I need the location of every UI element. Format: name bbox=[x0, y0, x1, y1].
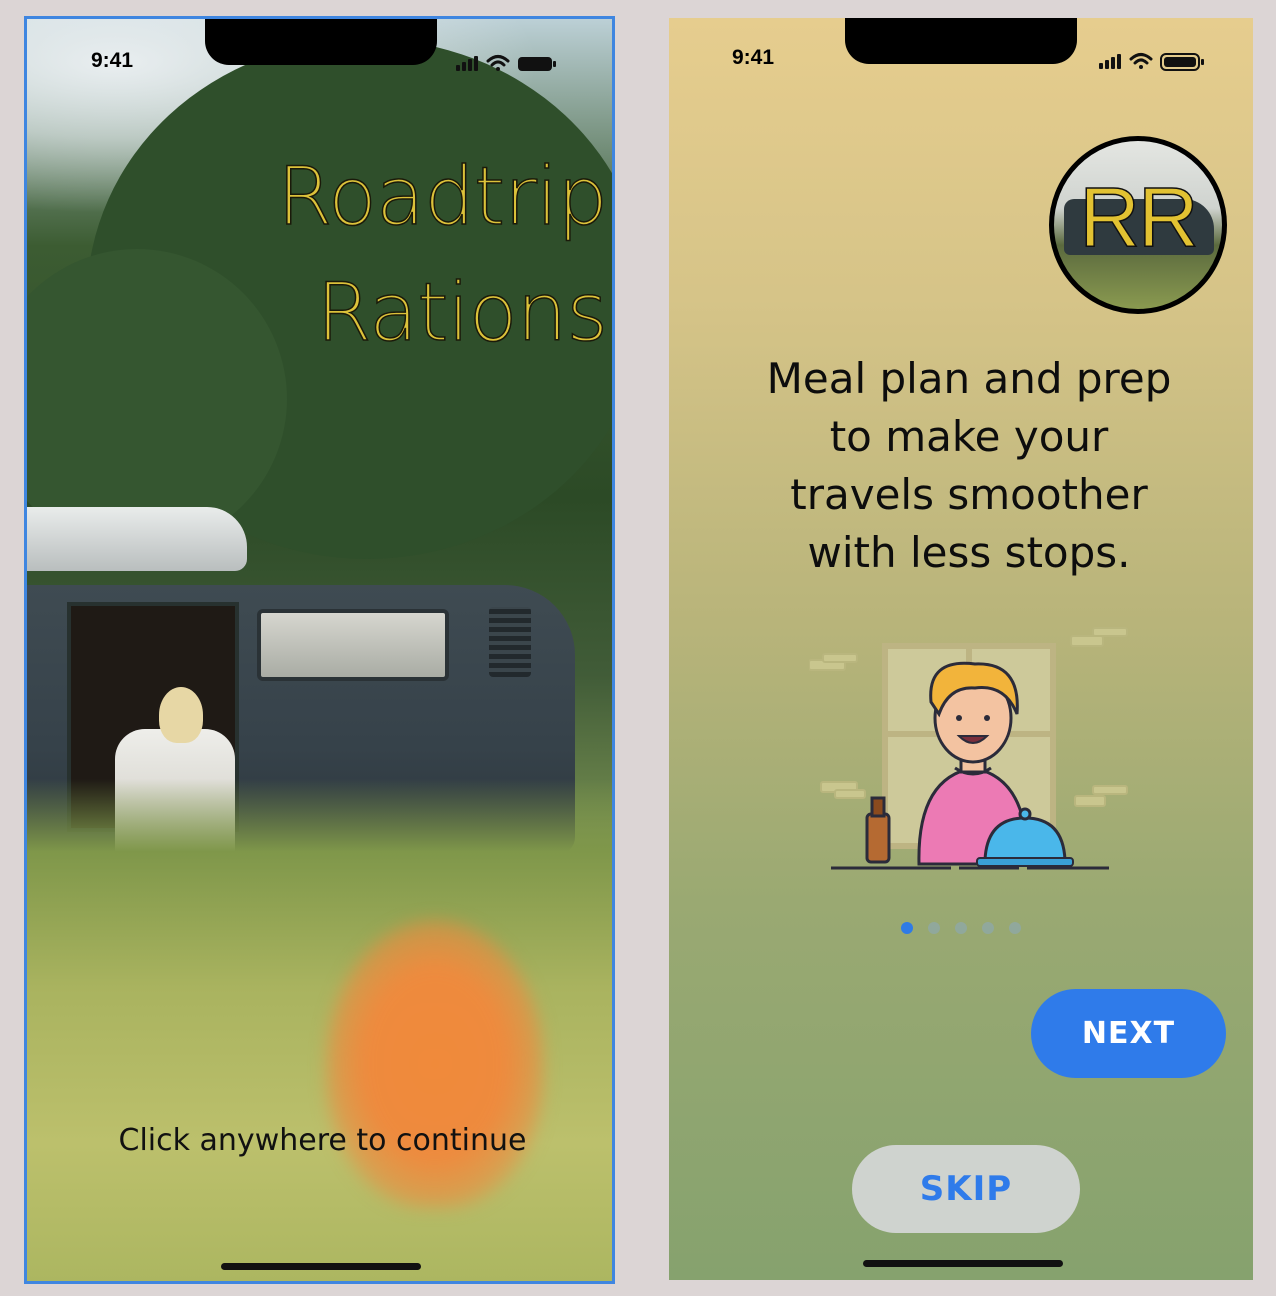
app-title: Roadtrip Rations bbox=[177, 139, 609, 371]
page-dot-1[interactable] bbox=[901, 922, 913, 934]
app-title-line2: Rations bbox=[315, 265, 608, 360]
next-button[interactable]: NEXT bbox=[1031, 989, 1226, 1078]
status-time: 9:41 bbox=[90, 49, 134, 72]
tagline-line: Meal plan and prep bbox=[766, 354, 1172, 403]
onboarding-tagline: Meal plan and prep to make your travels … bbox=[709, 350, 1229, 582]
background-photo-van-vent bbox=[489, 607, 531, 677]
onboarding-screen: 9:41 RR Meal plan and prep to make your … bbox=[669, 18, 1253, 1280]
status-icons bbox=[1099, 53, 1204, 71]
home-indicator bbox=[863, 1260, 1063, 1267]
tagline-line: to make your bbox=[829, 412, 1109, 461]
page-dot-4[interactable] bbox=[982, 922, 994, 934]
avatar-initials: RR bbox=[1079, 169, 1200, 265]
status-time: 9:41 bbox=[731, 46, 775, 69]
battery-icon bbox=[518, 57, 556, 71]
wifi-icon bbox=[1129, 53, 1153, 69]
splash-screen[interactable]: 9:41 Roadtrip Rations Click anywhere to … bbox=[24, 16, 615, 1284]
home-indicator bbox=[221, 1263, 421, 1270]
pagination-dots bbox=[901, 922, 1025, 936]
app-title-line1: Roadtrip bbox=[276, 149, 609, 244]
device-notch bbox=[205, 19, 437, 65]
page-dot-3[interactable] bbox=[955, 922, 967, 934]
page-dot-2[interactable] bbox=[928, 922, 940, 934]
background-photo-van-window bbox=[257, 609, 449, 681]
background-photo-flower bbox=[325, 919, 545, 1209]
chef-serving-illustration bbox=[809, 627, 1128, 870]
page-dot-5[interactable] bbox=[1009, 922, 1021, 934]
continue-prompt[interactable]: Click anywhere to continue bbox=[27, 1123, 612, 1158]
device-notch bbox=[845, 18, 1077, 64]
status-icons bbox=[456, 55, 556, 71]
tagline-line: travels smoother bbox=[790, 470, 1148, 519]
tagline-line: with less stops. bbox=[807, 528, 1131, 577]
battery-icon bbox=[1160, 53, 1204, 71]
signal-icon bbox=[1099, 54, 1121, 69]
signal-icon bbox=[456, 56, 478, 71]
skip-button[interactable]: SKIP bbox=[852, 1145, 1080, 1233]
app-logo-avatar: RR bbox=[1049, 136, 1227, 314]
wifi-icon bbox=[486, 55, 510, 71]
background-photo-person-hair bbox=[159, 687, 203, 743]
background-photo-roofbox bbox=[27, 507, 247, 571]
